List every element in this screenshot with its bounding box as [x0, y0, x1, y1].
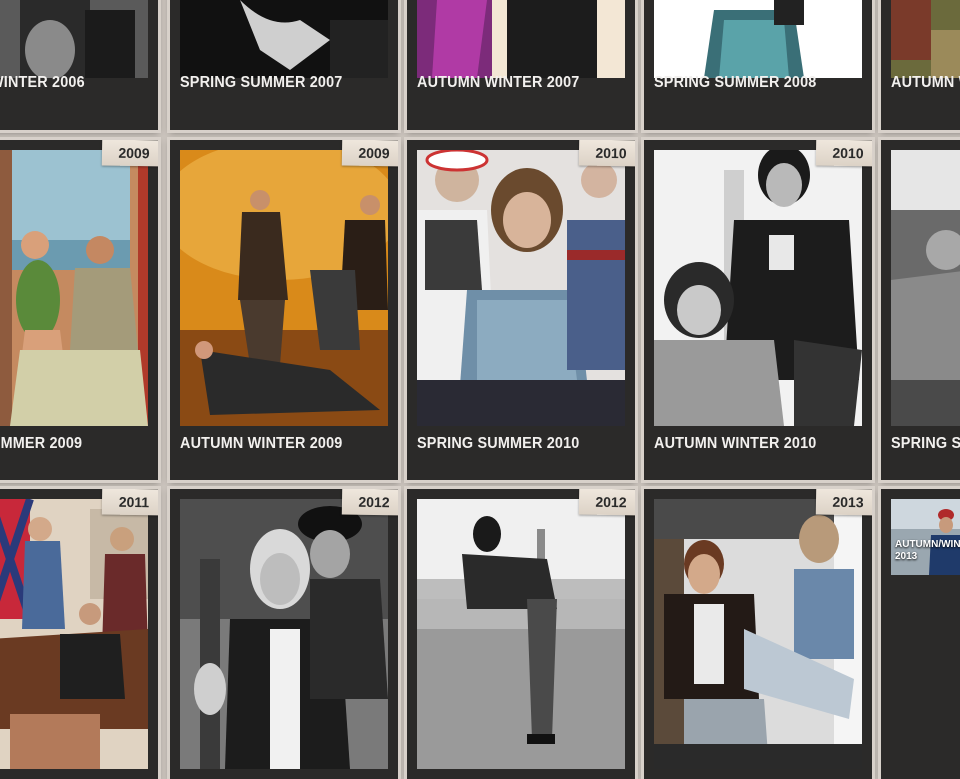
collection-card[interactable]: AUTUMN/WINTER 2013 — [881, 489, 960, 779]
collection-photo[interactable] — [654, 499, 862, 769]
collection-card[interactable]: 2013 — [644, 489, 872, 779]
collection-card[interactable]: 2009 AUTUMN WINTER 2009 — [170, 140, 398, 480]
collection-card[interactable]: 2010 AUTUMN WINTER 2010 — [644, 140, 872, 480]
collection-photo[interactable] — [654, 0, 862, 78]
year-tag: 2013 — [815, 489, 872, 516]
collection-photo[interactable] — [417, 499, 625, 769]
collection-photo[interactable] — [0, 0, 148, 78]
collection-card[interactable]: 2012 — [407, 489, 635, 779]
collection-label[interactable]: SPRING SUMMER 2008 — [654, 74, 816, 92]
collection-card[interactable]: SPRING SUMMER 2007 — [170, 0, 398, 130]
year-tag: 2012 — [578, 489, 635, 516]
collection-photo[interactable] — [417, 150, 625, 426]
collection-card[interactable]: 2012 — [170, 489, 398, 779]
year-tag: 2012 — [341, 489, 398, 516]
collection-card[interactable]: SPRING SUMMER 2008 — [644, 0, 872, 130]
collection-label[interactable]: WINTER 2006 — [0, 74, 85, 92]
collection-card[interactable]: AUTUMN WINTER 2007 — [407, 0, 635, 130]
collection-label[interactable]: SPRING SUMMER 2007 — [180, 74, 342, 92]
next-collection-thumbnail[interactable]: AUTUMN/WINTER 2013 — [891, 499, 960, 575]
collection-label[interactable]: SPRING SU — [891, 435, 960, 453]
year-tag: 2010 — [578, 140, 635, 167]
collection-card[interactable]: 2009 UMMER 2009 — [0, 140, 158, 480]
next-collection-caption-line1: AUTUMN/WINTER — [895, 539, 960, 550]
collection-label[interactable]: SPRING SUMMER 2010 — [417, 435, 579, 453]
year-tag: 2011 — [101, 489, 158, 516]
collection-label[interactable]: AUTUMN WINTER 2009 — [180, 435, 342, 453]
collection-photo[interactable] — [180, 499, 388, 769]
next-collection-caption: AUTUMN/WINTER 2013 — [895, 539, 960, 563]
collection-label[interactable]: AUTUMN WINTER 2007 — [417, 74, 579, 92]
collection-card[interactable]: WINTER 2006 — [0, 0, 158, 130]
year-tag: 2009 — [101, 140, 158, 167]
collection-card[interactable]: AUTUMN W — [881, 0, 960, 130]
collection-photo[interactable] — [654, 150, 862, 426]
collection-grid: WINTER 2006 SPRING SUMMER 2007 AUTUMN WI… — [0, 0, 960, 779]
collection-photo[interactable] — [417, 0, 625, 78]
collection-photo[interactable] — [0, 499, 148, 769]
collection-label[interactable]: UMMER 2009 — [0, 435, 82, 453]
collection-label[interactable]: AUTUMN WINTER 2010 — [654, 435, 816, 453]
year-tag: 2009 — [341, 140, 398, 167]
collection-label[interactable]: AUTUMN W — [891, 74, 960, 92]
year-tag: 2010 — [815, 140, 872, 167]
next-collection-caption-line2: 2013 — [895, 551, 918, 562]
collection-card[interactable]: 2010 SPRING SUMMER 2010 — [407, 140, 635, 480]
collection-photo[interactable] — [891, 150, 960, 426]
collection-photo[interactable] — [891, 0, 960, 78]
collection-card[interactable]: SPRING SU — [881, 140, 960, 480]
collection-photo[interactable] — [180, 0, 388, 78]
collection-card[interactable]: 2011 — [0, 489, 158, 779]
collection-photo[interactable] — [0, 150, 148, 426]
collection-photo[interactable] — [180, 150, 388, 426]
